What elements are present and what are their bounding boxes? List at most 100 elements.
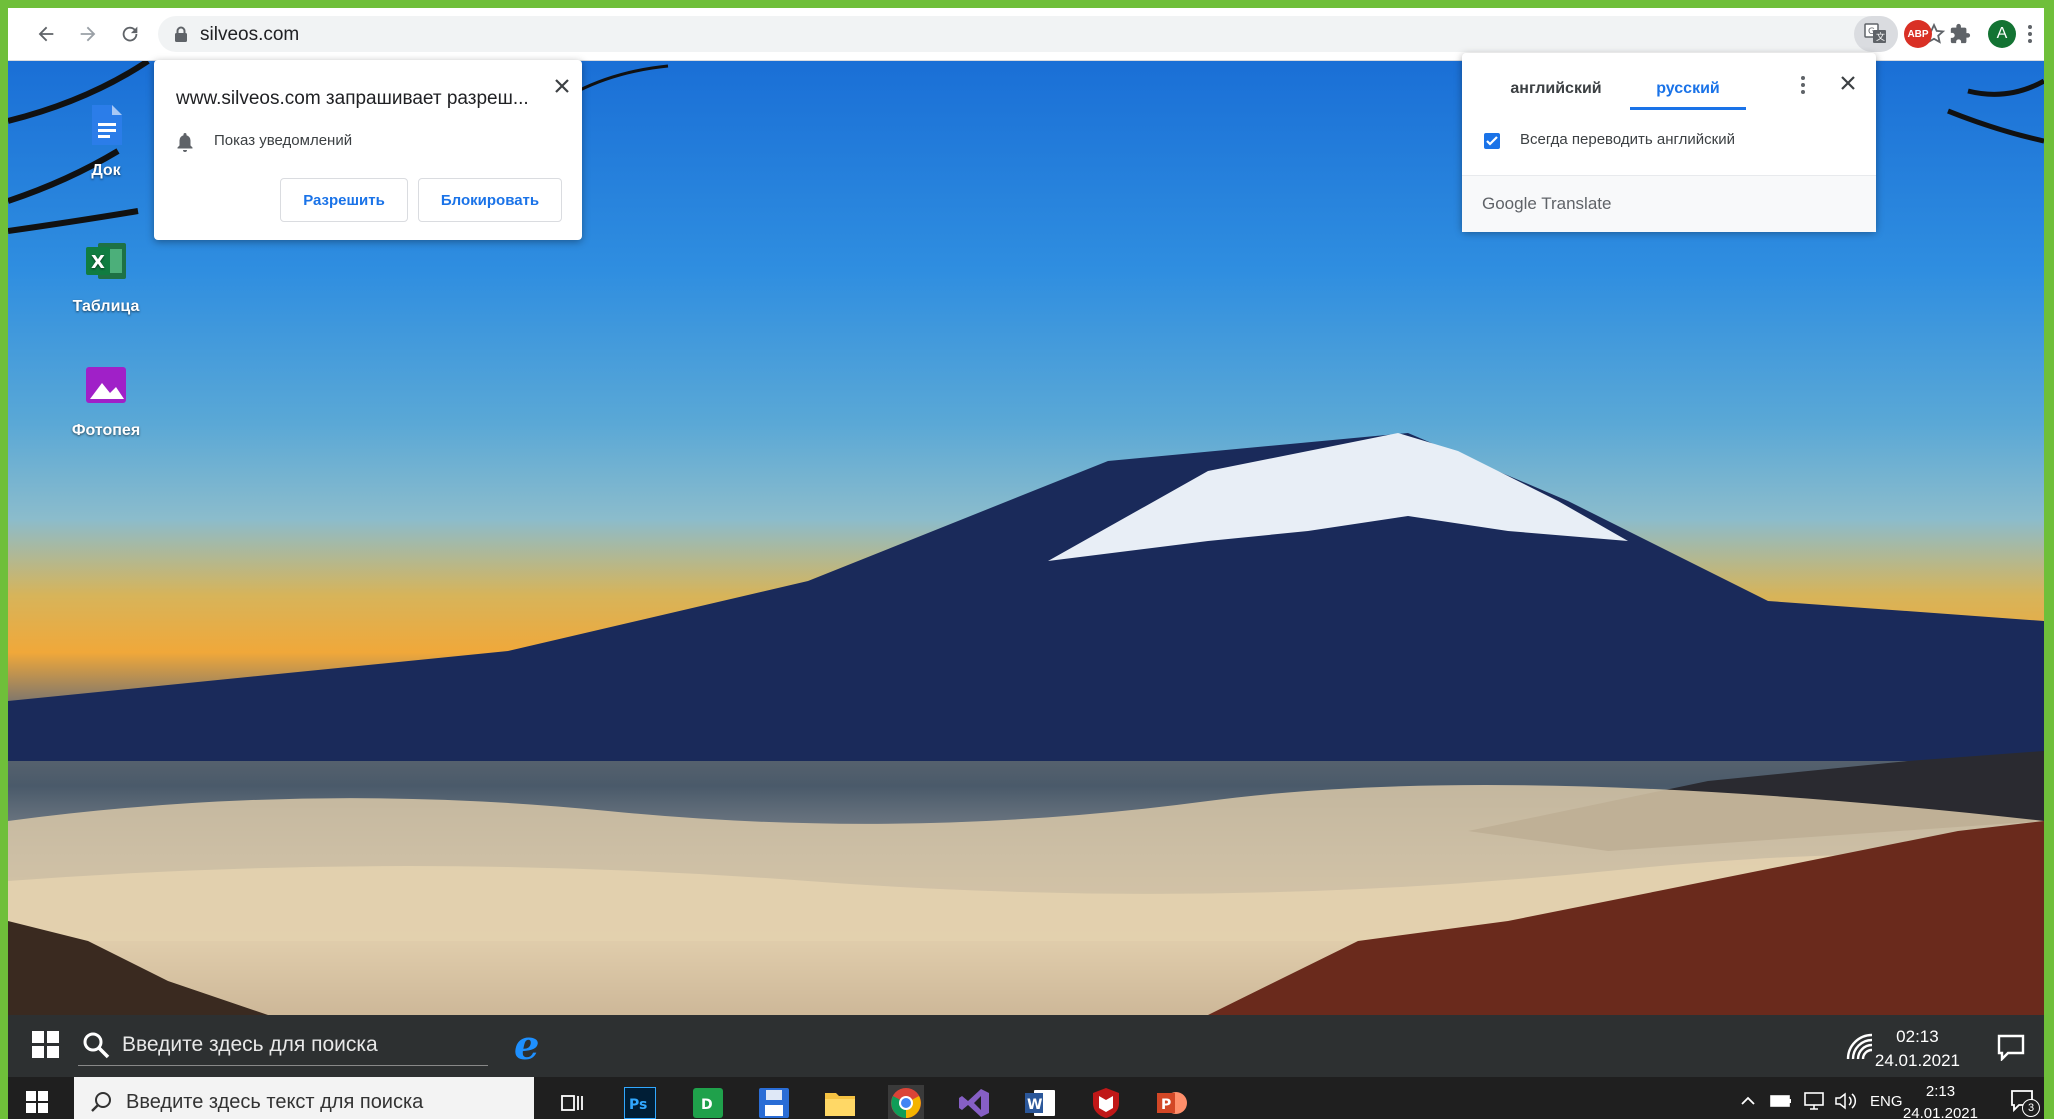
network-status-button[interactable]	[1846, 1033, 1874, 1066]
edge-browser-button[interactable]: e	[510, 1022, 550, 1070]
prompt-close-button[interactable]	[554, 78, 570, 99]
taskbar-app-floppy[interactable]	[756, 1085, 792, 1119]
arrow-right-icon	[80, 26, 96, 42]
allow-button[interactable]: Разрешить	[280, 178, 408, 222]
chrome-icon	[891, 1088, 921, 1118]
lock-icon	[175, 26, 187, 42]
web-os-clock[interactable]: 02:13 24.01.2021	[1875, 1025, 1960, 1073]
search-icon	[91, 1092, 111, 1112]
block-button[interactable]: Блокировать	[418, 178, 562, 222]
taskbar-app-file-explorer[interactable]	[822, 1085, 858, 1119]
search-icon	[83, 1032, 110, 1059]
excel-icon: X	[86, 243, 126, 279]
translate-options-button[interactable]	[1800, 75, 1806, 100]
web-os-time: 02:13	[1896, 1027, 1939, 1046]
wifi-icon	[1846, 1033, 1873, 1060]
taskbar-app-word[interactable]: W	[1022, 1085, 1058, 1119]
desktop-icon-label: Фотопея	[71, 422, 141, 439]
screen-frame: silveos.com G文 ABP A Док X Таблица Фотоп…	[8, 8, 2044, 1119]
close-icon	[555, 79, 569, 93]
translate-close-button[interactable]	[1840, 75, 1856, 96]
shield-icon	[1093, 1088, 1119, 1118]
network-icon	[1804, 1092, 1824, 1110]
windows-logo-icon	[26, 1091, 48, 1113]
windows-time: 2:13	[1925, 1083, 1956, 1100]
adblock-extension-button[interactable]: ABP	[1904, 20, 1932, 48]
windows-date: 24.01.2021	[1902, 1105, 1978, 1119]
taskbar-app-mcafee[interactable]	[1088, 1085, 1124, 1119]
more-vert-icon	[2028, 25, 2032, 43]
search-underline	[78, 1065, 488, 1066]
web-os-search-button[interactable]	[82, 1031, 110, 1064]
close-icon	[1841, 76, 1855, 90]
battery-icon	[1770, 1095, 1791, 1107]
floppy-disk-icon	[759, 1088, 789, 1118]
action-center-button[interactable]: 3	[2010, 1089, 2040, 1118]
windows-start-button[interactable]	[26, 1091, 48, 1118]
input-language-indicator[interactable]: ENG	[1870, 1093, 1903, 1110]
windows-search-box[interactable]: Введите здесь текст для поиска	[74, 1077, 534, 1119]
reload-button[interactable]	[114, 18, 146, 50]
bell-icon	[177, 133, 193, 152]
windows-search-placeholder: Введите здесь текст для поиска	[126, 1091, 424, 1113]
taskbar-app-chrome[interactable]	[888, 1085, 924, 1119]
arrow-left-icon	[38, 26, 54, 42]
taskbar-app-photoshop[interactable]: Ps	[622, 1085, 658, 1119]
desktop-icon-doc[interactable]: Док	[46, 101, 166, 180]
web-os-search-input[interactable]: Введите здесь для поиска	[122, 1033, 378, 1057]
extensions-button[interactable]	[1946, 20, 1974, 48]
checkmark-icon	[1486, 136, 1498, 146]
tray-overflow-button[interactable]	[1740, 1093, 1756, 1114]
photoshop-icon: Ps	[624, 1087, 656, 1119]
desktop-icon-photopea[interactable]: Фотопея	[46, 361, 166, 440]
taskbar-app-visual-studio[interactable]	[956, 1085, 992, 1119]
translate-page-button[interactable]: G文	[1854, 16, 1898, 52]
avatar-initial-icon: A	[1996, 25, 2008, 42]
url-text: silveos.com	[200, 24, 300, 45]
taskbar-app-powerpoint[interactable]: P	[1154, 1085, 1190, 1119]
back-button[interactable]	[30, 18, 62, 50]
desktop-icon-label: Док	[91, 162, 121, 179]
svg-text:X: X	[91, 252, 105, 273]
abp-icon: ABP	[1907, 28, 1929, 40]
notification-count-badge: 3	[2022, 1099, 2040, 1117]
google-translate-logo: Google Translate	[1482, 194, 1612, 213]
desktop-icon-spreadsheet[interactable]: X Таблица	[46, 237, 166, 316]
internet-explorer-icon: e	[514, 1022, 539, 1069]
svg-text:G: G	[1868, 27, 1875, 37]
translate-icon: G文	[1864, 23, 1886, 43]
translate-bubble: английский русский Всегда переводить анг…	[1462, 53, 1876, 232]
volume-button[interactable]	[1834, 1091, 1858, 1116]
windows-taskbar: Введите здесь текст для поиска Ps D W P …	[8, 1077, 2044, 1119]
translate-footer: Google Translate	[1462, 175, 1876, 232]
address-bar[interactable]: silveos.com G文	[158, 16, 1946, 52]
puzzle-icon	[1950, 23, 1971, 44]
web-os-taskbar: Введите здесь для поиска e 02:13 24.01.2…	[8, 1015, 2044, 1077]
taskbar-app-green[interactable]: D	[690, 1085, 726, 1119]
web-os-notifications-button[interactable]	[1996, 1033, 2026, 1066]
tab-english[interactable]: английский	[1482, 71, 1630, 107]
profile-avatar[interactable]: A	[1988, 20, 2016, 48]
always-translate-checkbox[interactable]	[1484, 133, 1500, 149]
task-view-icon	[561, 1095, 583, 1111]
forward-button[interactable]	[72, 18, 104, 50]
windows-logo-icon	[32, 1031, 59, 1058]
chat-bubble-icon	[1997, 1034, 2025, 1062]
battery-button[interactable]	[1770, 1093, 1792, 1114]
more-vert-icon	[1801, 76, 1805, 94]
svg-text:文: 文	[1876, 31, 1885, 43]
task-view-button[interactable]	[554, 1085, 590, 1119]
visual-studio-icon	[959, 1089, 989, 1117]
tab-russian[interactable]: русский	[1630, 71, 1746, 110]
chevron-up-icon	[1741, 1096, 1755, 1105]
speaker-icon	[1835, 1092, 1857, 1110]
svg-text:W: W	[1027, 1097, 1042, 1113]
svg-text:D: D	[701, 1097, 713, 1113]
web-os-start-button[interactable]	[32, 1031, 60, 1064]
powerpoint-icon: P	[1157, 1092, 1187, 1114]
browser-menu-button[interactable]	[2022, 20, 2038, 48]
network-button[interactable]	[1802, 1091, 1826, 1116]
svg-text:e: e	[514, 1025, 539, 1065]
windows-clock[interactable]: 2:13 24.01.2021	[1903, 1081, 1978, 1119]
prompt-title: www.silveos.com запрашивает разреш...	[176, 88, 529, 109]
